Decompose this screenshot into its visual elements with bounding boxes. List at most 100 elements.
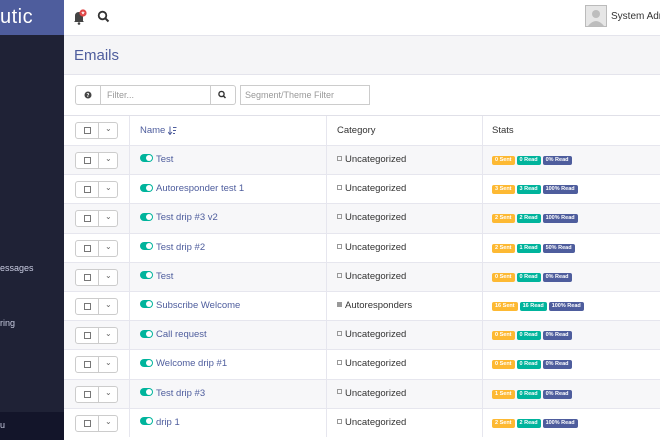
email-name-link[interactable]: Subscribe Welcome	[156, 300, 240, 311]
row-checkbox-group[interactable]: ⌄	[75, 414, 118, 432]
row-checkbox[interactable]	[84, 390, 91, 398]
search-icon[interactable]	[97, 10, 111, 24]
chevron-down-icon[interactable]: ⌄	[105, 183, 112, 192]
stats-cell: 2 Sent 1 Read 50% Read	[492, 243, 577, 253]
row-checkbox-group[interactable]: ⌄	[75, 385, 118, 403]
chevron-down-icon[interactable]: ⌄	[105, 388, 112, 397]
page-title: Emails	[74, 47, 120, 64]
category-cell: Uncategorized	[337, 242, 406, 253]
sent-badge: 0 Sent	[492, 272, 515, 282]
table-row: ⌄ Test drip #3 v2 Uncategorized 2 Sent 2 Rea…	[64, 203, 660, 233]
stats-cell: 0 Sent 0 Read 0% Read	[492, 272, 574, 282]
category-label: Uncategorized	[345, 241, 407, 253]
published-toggle[interactable]	[140, 183, 153, 192]
email-name-link[interactable]: Welcome drip #1	[156, 358, 227, 369]
column-divider	[129, 350, 130, 379]
published-toggle[interactable]	[140, 417, 153, 426]
table-row: ⌄ Autoresponder test 1 Uncategorized 3 Sent…	[64, 174, 660, 204]
read-badge: 2 Read	[516, 418, 541, 428]
brand-logo[interactable]: utic	[0, 0, 64, 35]
email-name-link[interactable]: Call request	[156, 329, 207, 340]
row-checkbox-group[interactable]: ⌄	[75, 268, 118, 286]
filter-search-button[interactable]	[211, 85, 236, 105]
sort-alpha-icon[interactable]	[167, 126, 177, 136]
sidebar-item-monitoring[interactable]: ring	[0, 318, 15, 328]
read-percent-badge: 0% Read	[542, 389, 572, 399]
row-checkbox-group[interactable]: ⌄	[75, 181, 118, 199]
sidebar-footer-label[interactable]: u	[0, 420, 5, 430]
row-checkbox-group[interactable]: ⌄	[75, 356, 118, 374]
row-checkbox-group[interactable]: ⌄	[75, 297, 118, 315]
row-checkbox[interactable]	[84, 361, 91, 369]
published-toggle[interactable]	[140, 358, 153, 367]
chevron-down-icon[interactable]: ⌄	[105, 154, 112, 163]
email-name-link[interactable]: drip 1	[156, 417, 180, 428]
row-checkbox[interactable]	[84, 332, 91, 340]
chevron-down-icon[interactable]: ⌄	[105, 329, 112, 338]
row-checkbox-group[interactable]: ⌄	[75, 327, 118, 345]
brand-text: utic	[0, 6, 34, 28]
filter-input[interactable]	[100, 85, 211, 105]
row-checkbox-group[interactable]: ⌄	[75, 152, 118, 169]
category-label: Uncategorized	[345, 387, 407, 399]
read-badge: 16 Read	[519, 301, 547, 311]
category-cell: Uncategorized	[337, 417, 406, 428]
row-checkbox-group[interactable]: ⌄	[75, 239, 118, 257]
name-column-header[interactable]: Name	[140, 125, 177, 136]
table-row: ⌄ Welcome drip #1 Uncategorized 0 Sent 0 Rea…	[64, 349, 660, 379]
row-checkbox[interactable]	[84, 186, 91, 194]
sent-badge: 2 Sent	[492, 214, 515, 224]
read-percent-badge: 0% Read	[542, 360, 572, 370]
published-toggle[interactable]	[140, 212, 153, 221]
stats-cell: 0 Sent 0 Read 0% Read	[492, 156, 574, 165]
email-name-link[interactable]: Test drip #3	[156, 388, 205, 399]
category-color-icon	[337, 155, 342, 161]
row-checkbox[interactable]	[84, 419, 91, 427]
chevron-down-icon[interactable]: ⌄	[105, 300, 112, 309]
column-divider	[482, 262, 483, 291]
published-toggle[interactable]	[140, 387, 153, 396]
category-color-icon	[337, 214, 342, 220]
select-all-checkbox-group[interactable]: ⌄	[75, 122, 118, 139]
select-all-checkbox[interactable]	[84, 127, 91, 134]
bell-icon[interactable]: ★	[73, 9, 87, 25]
published-toggle[interactable]	[140, 329, 153, 338]
name-header-label: Name	[140, 125, 166, 136]
email-name-link[interactable]: Test drip #2	[156, 242, 205, 253]
divider	[98, 211, 99, 227]
page-header: Emails	[64, 36, 660, 75]
email-name-link[interactable]: Autoresponder test 1	[156, 183, 244, 194]
email-name-cell: Call request	[140, 329, 207, 340]
user-avatar[interactable]	[585, 5, 607, 27]
question-icon: ?	[84, 91, 92, 99]
row-checkbox[interactable]	[84, 302, 91, 310]
row-checkbox[interactable]	[84, 157, 91, 164]
email-name-link[interactable]: Test	[156, 154, 173, 165]
category-column-header[interactable]: Category	[337, 125, 376, 136]
filter-help-button[interactable]: ?	[75, 85, 100, 105]
category-cell: Uncategorized	[337, 183, 406, 194]
chevron-down-icon[interactable]: ⌄	[105, 271, 112, 280]
published-toggle[interactable]	[140, 154, 153, 163]
row-checkbox[interactable]	[84, 273, 91, 281]
emails-panel: ? Segment/Theme Filter ⌄ Name	[64, 75, 660, 440]
sent-badge: 0 Sent	[492, 331, 515, 341]
row-checkbox-group[interactable]: ⌄	[75, 210, 118, 228]
row-checkbox[interactable]	[84, 215, 91, 223]
stats-cell: 16 Sent 16 Read 100% Read	[492, 301, 586, 311]
chevron-down-icon[interactable]: ⌄	[105, 212, 112, 221]
sidebar-item-messages[interactable]: essages	[0, 263, 34, 273]
row-checkbox[interactable]	[84, 244, 91, 252]
chevron-down-icon[interactable]: ⌄	[105, 358, 112, 367]
published-toggle[interactable]	[140, 271, 153, 280]
user-name[interactable]: System Adm	[611, 11, 660, 22]
column-divider	[482, 379, 483, 408]
chevron-down-icon[interactable]: ⌄	[105, 242, 112, 251]
email-name-link[interactable]: Test	[156, 271, 173, 282]
published-toggle[interactable]	[140, 242, 153, 251]
published-toggle[interactable]	[140, 300, 153, 309]
chevron-down-icon[interactable]: ⌄	[105, 124, 112, 133]
chevron-down-icon[interactable]: ⌄	[105, 417, 112, 426]
email-name-link[interactable]: Test drip #3 v2	[156, 212, 218, 223]
segment-theme-filter[interactable]: Segment/Theme Filter	[240, 85, 370, 105]
